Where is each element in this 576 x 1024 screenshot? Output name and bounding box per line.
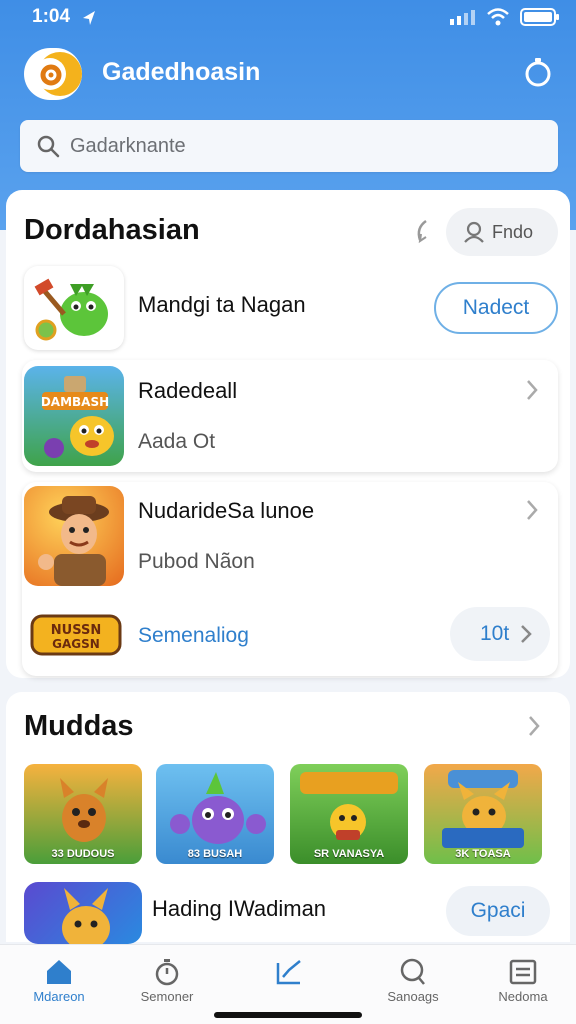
- tile-label: 3K TOASA: [455, 848, 511, 860]
- game-tile[interactable]: 33 DUDOUS: [24, 764, 142, 864]
- action-button[interactable]: Gpaci: [446, 886, 550, 936]
- chevron-right-icon[interactable]: [526, 714, 542, 738]
- find-label: Fndo: [492, 221, 534, 242]
- tile-label: SR VANASYA: [313, 848, 385, 860]
- search-icon: [37, 135, 60, 158]
- clock-icon: [155, 959, 179, 986]
- nav-item-timer[interactable]: Semoner: [112, 953, 222, 1013]
- status-icons: [450, 8, 560, 26]
- status-bar: 1:04: [0, 0, 576, 36]
- chevron-right-icon[interactable]: [524, 498, 540, 522]
- character-art-icon: DAMBASH: [41, 376, 114, 458]
- chevron-right-icon: [521, 625, 532, 643]
- nav-label: Semoner: [140, 989, 194, 1004]
- game-thumbnail: DAMBASH: [24, 366, 124, 466]
- tile-label: 83 BUSAH: [187, 848, 243, 860]
- item-subtitle: Aada Ot: [138, 430, 216, 453]
- game-tile[interactable]: SR VANASYA: [290, 764, 408, 864]
- search-bar[interactable]: [20, 120, 558, 172]
- game-thumbnail[interactable]: [24, 882, 142, 944]
- nav-label: Nedoma: [498, 989, 548, 1004]
- svg-text:NUSSN: NUSSN: [51, 623, 101, 638]
- search-icon: [400, 958, 425, 985]
- signal-icon: [450, 10, 475, 25]
- explorer-character-icon: [38, 496, 109, 586]
- select-button[interactable]: Nadect: [434, 282, 558, 334]
- item-title: NudarideSa lunoe: [138, 498, 315, 523]
- count-label: 10t: [480, 622, 510, 645]
- app-header: Gadedhoasin: [0, 42, 576, 104]
- game-logo: NUSSN GAGSN: [30, 610, 122, 660]
- nav-item-search[interactable]: Sanoags: [358, 953, 468, 1013]
- rabbit-character-icon: [62, 888, 110, 944]
- user-search-icon: [464, 221, 484, 243]
- logo-icon: [34, 52, 82, 96]
- item-title: Hading IWadiman: [152, 896, 327, 921]
- svg-text:GAGSN: GAGSN: [52, 637, 100, 651]
- game-tile[interactable]: 3K TOASA: [424, 764, 542, 864]
- list-icon: [509, 959, 537, 985]
- nav-label: Sanoags: [387, 989, 439, 1004]
- nav-item-home[interactable]: Mdareon: [4, 953, 114, 1013]
- svg-text:DAMBASH: DAMBASH: [41, 395, 109, 409]
- wifi-icon: [487, 8, 509, 26]
- app-logo[interactable]: [24, 48, 82, 100]
- nav-label: Mdareon: [33, 989, 85, 1004]
- home-icon: [47, 960, 71, 984]
- section-title: Dordahasian: [24, 214, 200, 246]
- nav-item-list[interactable]: Nedoma: [468, 953, 576, 1013]
- item-subtitle: Pubod Nãon: [138, 550, 255, 573]
- featured-title: Mandgi ta Nagan: [138, 292, 306, 317]
- featured-thumbnail[interactable]: [24, 266, 124, 350]
- dragon-character-icon: [34, 278, 108, 341]
- app-title: Gadedhoasin: [102, 58, 261, 86]
- game-tile[interactable]: 83 BUSAH: [156, 764, 274, 864]
- section-title: Muddas: [24, 710, 134, 742]
- count-button[interactable]: 10t: [450, 607, 550, 661]
- chart-icon: [276, 960, 301, 985]
- home-indicator: [214, 1012, 362, 1018]
- section-link[interactable]: Semenaliog: [138, 624, 249, 648]
- tile-label: 33 DUDOUS: [51, 848, 115, 860]
- search-input[interactable]: [70, 134, 510, 158]
- refresh-icon[interactable]: [412, 218, 434, 244]
- item-title: Radedeall: [138, 378, 238, 403]
- location-arrow-icon: [83, 11, 95, 25]
- nav-item-stats[interactable]: [234, 953, 344, 1013]
- battery-icon: [520, 8, 559, 26]
- game-thumbnail: [24, 486, 124, 586]
- find-button[interactable]: Fndo: [446, 208, 558, 256]
- chevron-right-icon[interactable]: [524, 378, 540, 402]
- game-logo-icon: NUSSN GAGSN: [30, 614, 122, 656]
- status-time: 1:04: [32, 6, 71, 27]
- timer-icon[interactable]: [522, 56, 554, 88]
